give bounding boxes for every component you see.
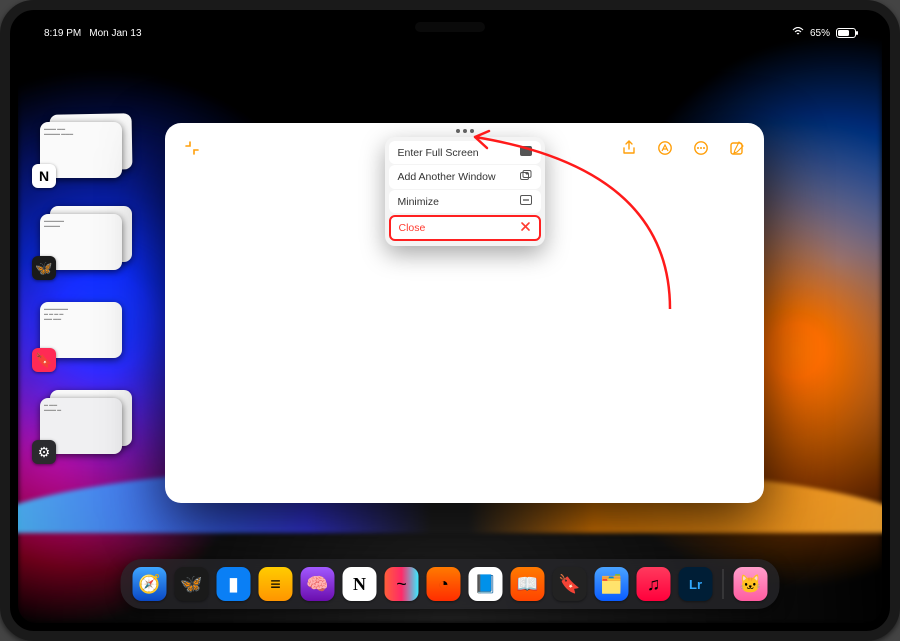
notes-window[interactable]: Enter Full Screen Add Another Window Min… [165,123,764,503]
compose-icon[interactable] [726,137,748,159]
settings-icon: ⚙ [32,440,56,464]
brave-icon[interactable]: ◔ [427,567,461,601]
menu-close[interactable]: Close [389,215,541,241]
collapse-arrows-icon[interactable] [181,137,203,159]
battery-percentage: 65% [810,28,830,39]
bluesky-icon[interactable]: ▮ [217,567,251,601]
butterfly-app-icon[interactable]: 🦋 [175,567,209,601]
menu-label: Close [399,222,426,234]
music-icon[interactable]: ♫ [637,567,671,601]
status-time: 8:19 PM [44,28,81,39]
stage-pile-3[interactable]: ▬▬▬▬▬▬▬ ▬ ▬ ▬▬▬ ▬▬ 🔖 [40,302,130,362]
menu-minimize[interactable]: Minimize [389,190,541,213]
craft-icon[interactable]: ~ [385,567,419,601]
files-icon[interactable]: 🗂️ [595,567,629,601]
minimize-icon [520,195,532,208]
books-icon[interactable]: 📖 [511,567,545,601]
notion-icon: N [32,164,56,188]
window-controls-ellipsis[interactable] [456,129,474,133]
menu-label: Add Another Window [398,171,496,183]
bookmark-icon: 🔖 [32,348,56,372]
stage-pile-2[interactable]: ▬▬▬▬▬▬▬▬▬ 🦋 [40,210,130,270]
front-camera-notch [415,22,485,32]
bookmark-app-icon[interactable]: 🔖 [553,567,587,601]
menu-label: Minimize [398,196,439,208]
butterfly-icon: 🦋 [32,256,56,280]
brain-app-icon[interactable]: 🧠 [301,567,335,601]
stage-pile-1[interactable]: ▬▬▬ ▬▬▬▬▬▬ ▬▬▬ N [40,118,130,178]
menu-add-window[interactable]: Add Another Window [389,165,541,189]
notion-icon[interactable]: N [343,567,377,601]
more-options-icon[interactable] [690,137,712,159]
markup-pen-icon[interactable] [654,137,676,159]
screen: 8:19 PM Mon Jan 13 65% ▬▬▬ ▬▬▬▬▬▬ ▬▬▬ N … [18,18,882,623]
window-controls-menu[interactable]: Enter Full Screen Add Another Window Min… [385,137,545,246]
bear-icon[interactable]: ≡ [259,567,293,601]
fullscreen-icon [520,146,532,159]
menu-enter-fullscreen[interactable]: Enter Full Screen [389,141,541,164]
close-icon [520,221,531,235]
lightroom-icon[interactable]: Lr [679,567,713,601]
wifi-icon [792,27,804,40]
battery-icon [836,28,856,38]
scan-app-icon[interactable]: 📘 [469,567,503,601]
safari-icon[interactable]: 🧭 [133,567,167,601]
dock-separator [723,569,724,599]
stage-pile-4[interactable]: ▬ ▬▬▬▬▬ ▬ ⚙ [40,394,130,454]
ipad-frame: 8:19 PM Mon Jan 13 65% ▬▬▬ ▬▬▬▬▬▬ ▬▬▬ N … [0,0,900,641]
add-window-icon [520,170,532,184]
status-date: Mon Jan 13 [89,28,141,39]
menu-label: Enter Full Screen [398,147,479,159]
stage-manager-strip: ▬▬▬ ▬▬▬▬▬▬ ▬▬▬ N ▬▬▬▬▬▬▬▬▬ 🦋 ▬▬▬▬▬▬▬ ▬ ▬… [40,118,130,454]
share-icon[interactable] [618,137,640,159]
dock[interactable]: 🧭🦋▮≡🧠N~◔📘📖🔖🗂️♫Lr 🐱 [121,559,780,609]
pet-app-icon[interactable]: 🐱 [734,567,768,601]
